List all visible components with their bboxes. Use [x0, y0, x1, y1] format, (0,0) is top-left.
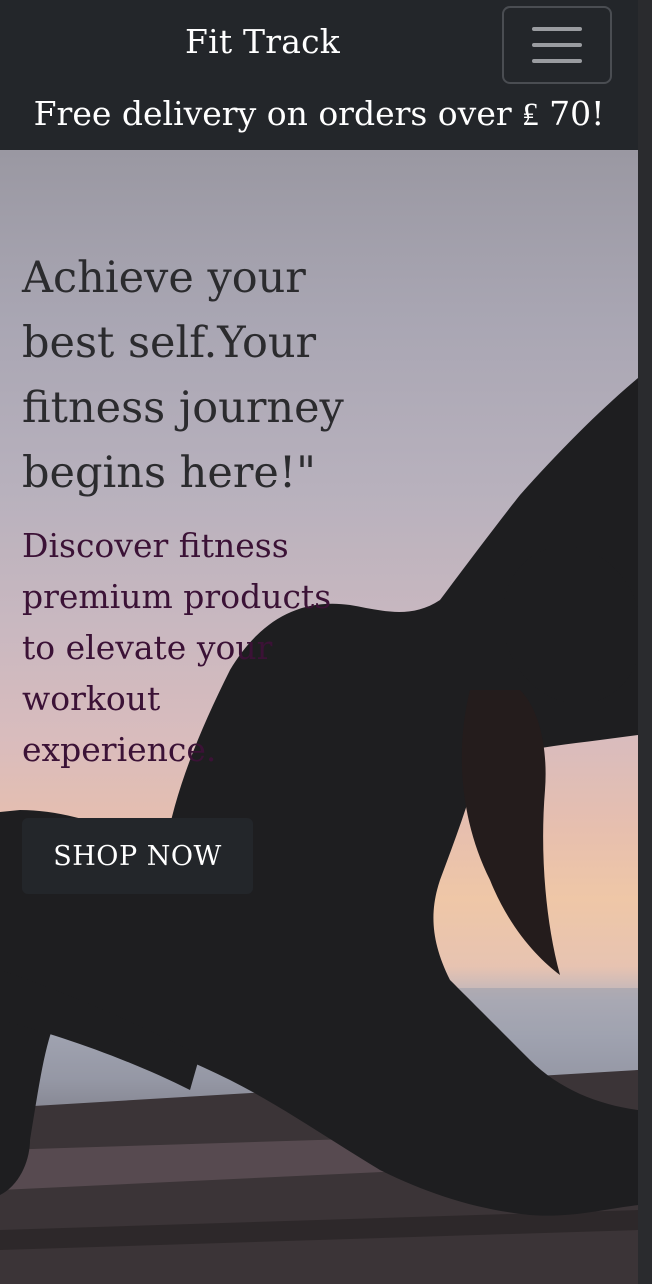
navbar-toggler-button[interactable]: [502, 6, 612, 84]
hero-section: Achieve your best self.Your fitness jour…: [0, 150, 638, 1284]
brand-logo-link[interactable]: Fit Track: [0, 22, 525, 61]
top-navbar: Fit Track Free delivery on orders over ₤…: [0, 0, 638, 150]
hero-subline: Discover fitness premium products to ele…: [22, 526, 332, 769]
hero-text-block: Achieve your best self.Your fitness jour…: [22, 246, 352, 775]
promo-banner: Free delivery on orders over ₤ 70!: [33, 94, 605, 133]
hero-headline: Achieve your best self.Your fitness jour…: [22, 253, 344, 498]
shop-now-button[interactable]: SHOP NOW: [22, 818, 253, 894]
hamburger-menu-icon: [532, 27, 582, 63]
page-edge-strip: [638, 0, 652, 1284]
